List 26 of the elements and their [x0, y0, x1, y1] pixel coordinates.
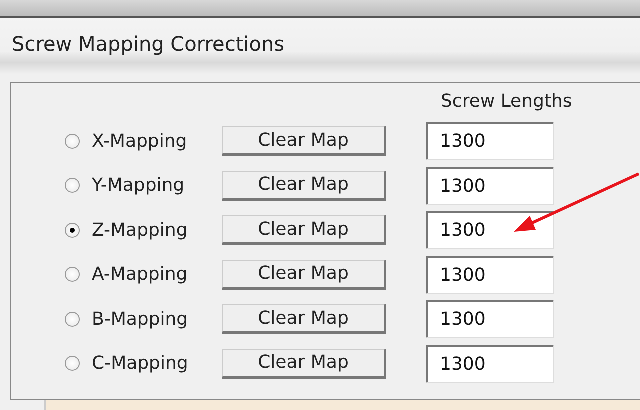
length-field[interactable]: 1300 — [426, 166, 554, 205]
clear-map-button[interactable]: Clear Map — [222, 126, 386, 156]
radio-label: C-Mapping — [92, 353, 190, 374]
section-title: Screw Mapping Corrections — [12, 32, 285, 56]
length-field[interactable]: 1300 — [426, 300, 554, 338]
radio-button[interactable] — [65, 178, 80, 194]
radio-label: Z-Mapping — [92, 220, 189, 241]
clear-map-button[interactable]: Clear Map — [222, 215, 386, 246]
radio-button[interactable] — [65, 312, 80, 327]
clear-map-button[interactable]: Clear Map — [222, 348, 386, 379]
radio-button[interactable] — [65, 267, 80, 282]
clear-map-button[interactable]: Clear Map — [222, 304, 386, 334]
column-header: Screw Lengths — [441, 91, 572, 112]
radio-button[interactable] — [65, 356, 80, 372]
radio-label: A-Mapping — [92, 264, 189, 286]
clear-map-button[interactable]: Clear Map — [222, 170, 386, 201]
radio-label: B-Mapping — [92, 308, 190, 330]
radio-button[interactable] — [65, 222, 80, 238]
clear-map-button[interactable]: Clear Map — [222, 260, 386, 290]
radio-button[interactable] — [65, 134, 80, 149]
radio-label: Y-Mapping — [92, 175, 186, 196]
length-field[interactable]: 1300 — [426, 211, 554, 250]
length-field[interactable]: 1300 — [426, 256, 554, 294]
length-field[interactable]: 1300 — [426, 344, 554, 383]
radio-label: X-Mapping — [92, 130, 188, 152]
length-field[interactable]: 1300 — [426, 122, 554, 160]
